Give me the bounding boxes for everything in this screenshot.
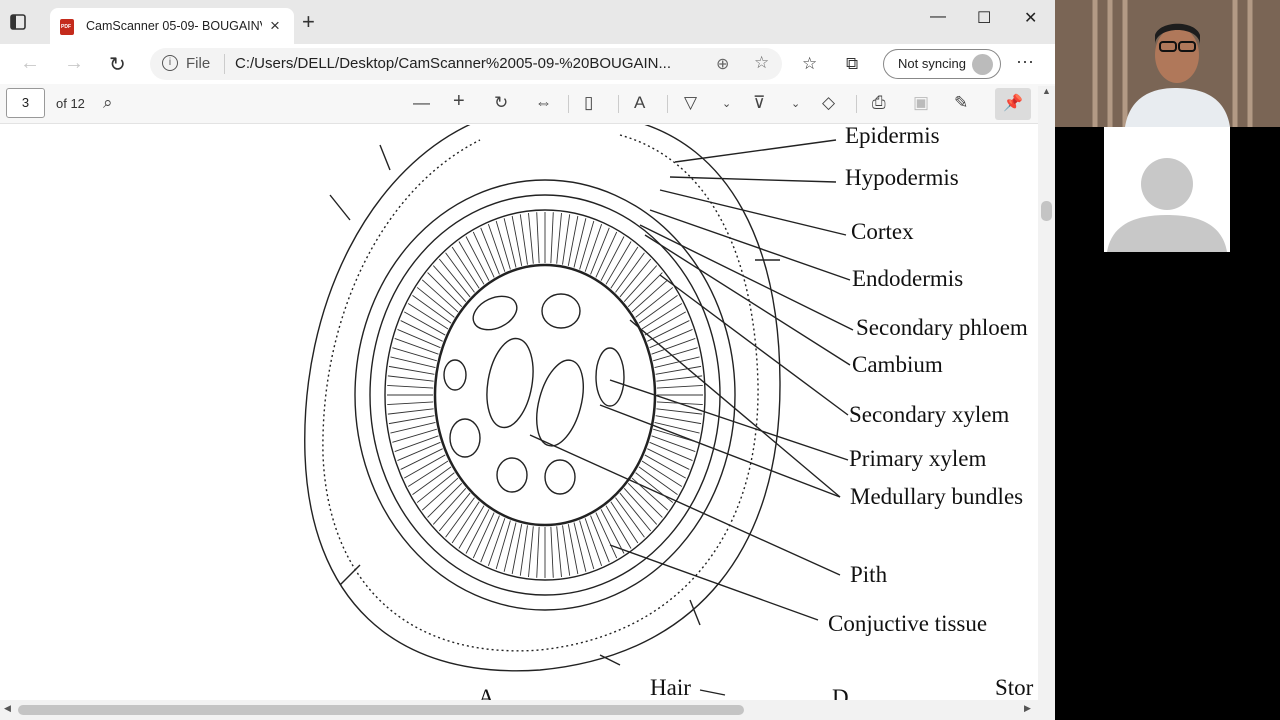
label-secondary-xylem: Secondary xylem [849,402,1010,427]
chevron-down-icon[interactable]: ⌄ [791,97,800,110]
label-pith: Pith [850,562,888,587]
browser-window: CamScanner 05-09- BOUGAINVI × + — ☐ ✕ ← … [0,0,1055,720]
save-icon[interactable]: ▣ [913,93,929,113]
pdf-page: Epidermis Hypodermis Cortex Endodermis S… [10,125,1038,700]
scroll-right-icon[interactable]: ▶ [1024,703,1031,714]
draw-icon[interactable]: ▽ [684,93,697,113]
print-icon[interactable]: ⎙ [872,93,886,113]
label-cambium: Cambium [852,352,943,377]
more-icon[interactable]: ··· [1016,51,1034,72]
profile-sync-button[interactable]: Not syncing [883,49,1001,79]
url-input[interactable]: i File C:/Users/DELL/Desktop/CamScanner%… [150,48,782,80]
label-medullary-bundles: Medullary bundles [850,484,1024,509]
label-hypodermis: Hypodermis [845,165,959,190]
forward-icon[interactable]: → [64,52,84,75]
label-endodermis: Endodermis [852,266,964,291]
address-bar: ← → ↻ i File C:/Users/DELL/Desktop/CamSc… [0,44,1055,84]
minimize-button[interactable]: — [930,8,946,26]
presenter-video [1055,0,1280,127]
zoom-in-icon[interactable]: + [453,90,465,113]
label-secondary-phloem: Secondary phloem [856,315,1028,340]
page-count: of 12 [56,96,85,111]
label-cortex: Cortex [851,219,914,244]
pdf-file-icon [60,19,74,35]
new-tab-button[interactable]: + [302,11,315,33]
info-icon[interactable]: i [162,55,178,71]
erase-icon[interactable]: ◇ [822,93,835,113]
label-hair: Hair [650,675,691,700]
tab-strip: CamScanner 05-09- BOUGAINVI × + — ☐ ✕ [0,0,1055,44]
sync-label: Not syncing [898,56,966,71]
fit-page-icon[interactable]: ⇔ [535,93,552,113]
label-a: A [478,685,495,700]
scroll-thumb[interactable] [18,705,744,715]
back-icon[interactable]: ← [20,52,40,75]
video-call-panel [1055,0,1280,720]
maximize-button[interactable]: ☐ [977,8,991,28]
scroll-thumb[interactable] [1041,201,1052,221]
browser-tab[interactable]: CamScanner 05-09- BOUGAINVI × [50,8,294,44]
save-as-icon[interactable]: ✎ [954,93,968,113]
favorites-icon[interactable]: ☆ [802,54,817,74]
avatar [972,54,993,75]
zoom-out-icon[interactable]: — [413,93,430,113]
pdf-toolbar: 3 of 12 ⌕ — + ↻ ⇔ ▯ A ▽ ⌄ ⊽ ⌄ ◇ ⎙ ▣ ✎ 📌 [0,84,1055,124]
scroll-left-icon[interactable]: ◀ [4,703,11,714]
tab-actions-icon[interactable] [8,12,38,42]
rotate-icon[interactable]: ↻ [494,93,508,113]
reload-icon[interactable]: ↻ [109,52,126,77]
label-conjuctive-tissue: Conjuctive tissue [828,611,988,636]
page-number-input[interactable]: 3 [6,88,45,118]
vertical-scrollbar[interactable]: ▲ [1038,86,1055,700]
url-text[interactable]: C:/Users/DELL/Desktop/CamScanner%2005-09… [235,55,671,72]
read-aloud-icon[interactable]: A [634,93,645,113]
close-window-button[interactable]: ✕ [1024,8,1037,28]
highlight-icon[interactable]: ⊽ [753,93,765,113]
label-d: D [832,685,849,700]
label-epidermis: Epidermis [845,125,940,148]
add-favorite-icon[interactable]: ☆ [754,53,769,73]
zoom-icon[interactable]: ⊕ [716,54,729,74]
tab-title: CamScanner 05-09- BOUGAINVI [86,19,262,33]
url-scheme: File [186,55,211,72]
horizontal-scrollbar[interactable]: ◀ ▶ [0,700,1055,720]
label-primary-xylem: Primary xylem [849,446,987,471]
collections-icon[interactable]: ⧉ [846,54,858,74]
search-icon[interactable]: ⌕ [103,93,113,113]
tab-close-button[interactable]: × [270,16,280,36]
scroll-up-icon[interactable]: ▲ [1042,86,1051,96]
label-stor: Stor [995,675,1034,700]
page-view-icon[interactable]: ▯ [584,93,593,113]
participant-avatar [1104,127,1230,252]
pin-icon[interactable]: 📌 [995,88,1031,120]
chevron-down-icon[interactable]: ⌄ [722,97,731,110]
